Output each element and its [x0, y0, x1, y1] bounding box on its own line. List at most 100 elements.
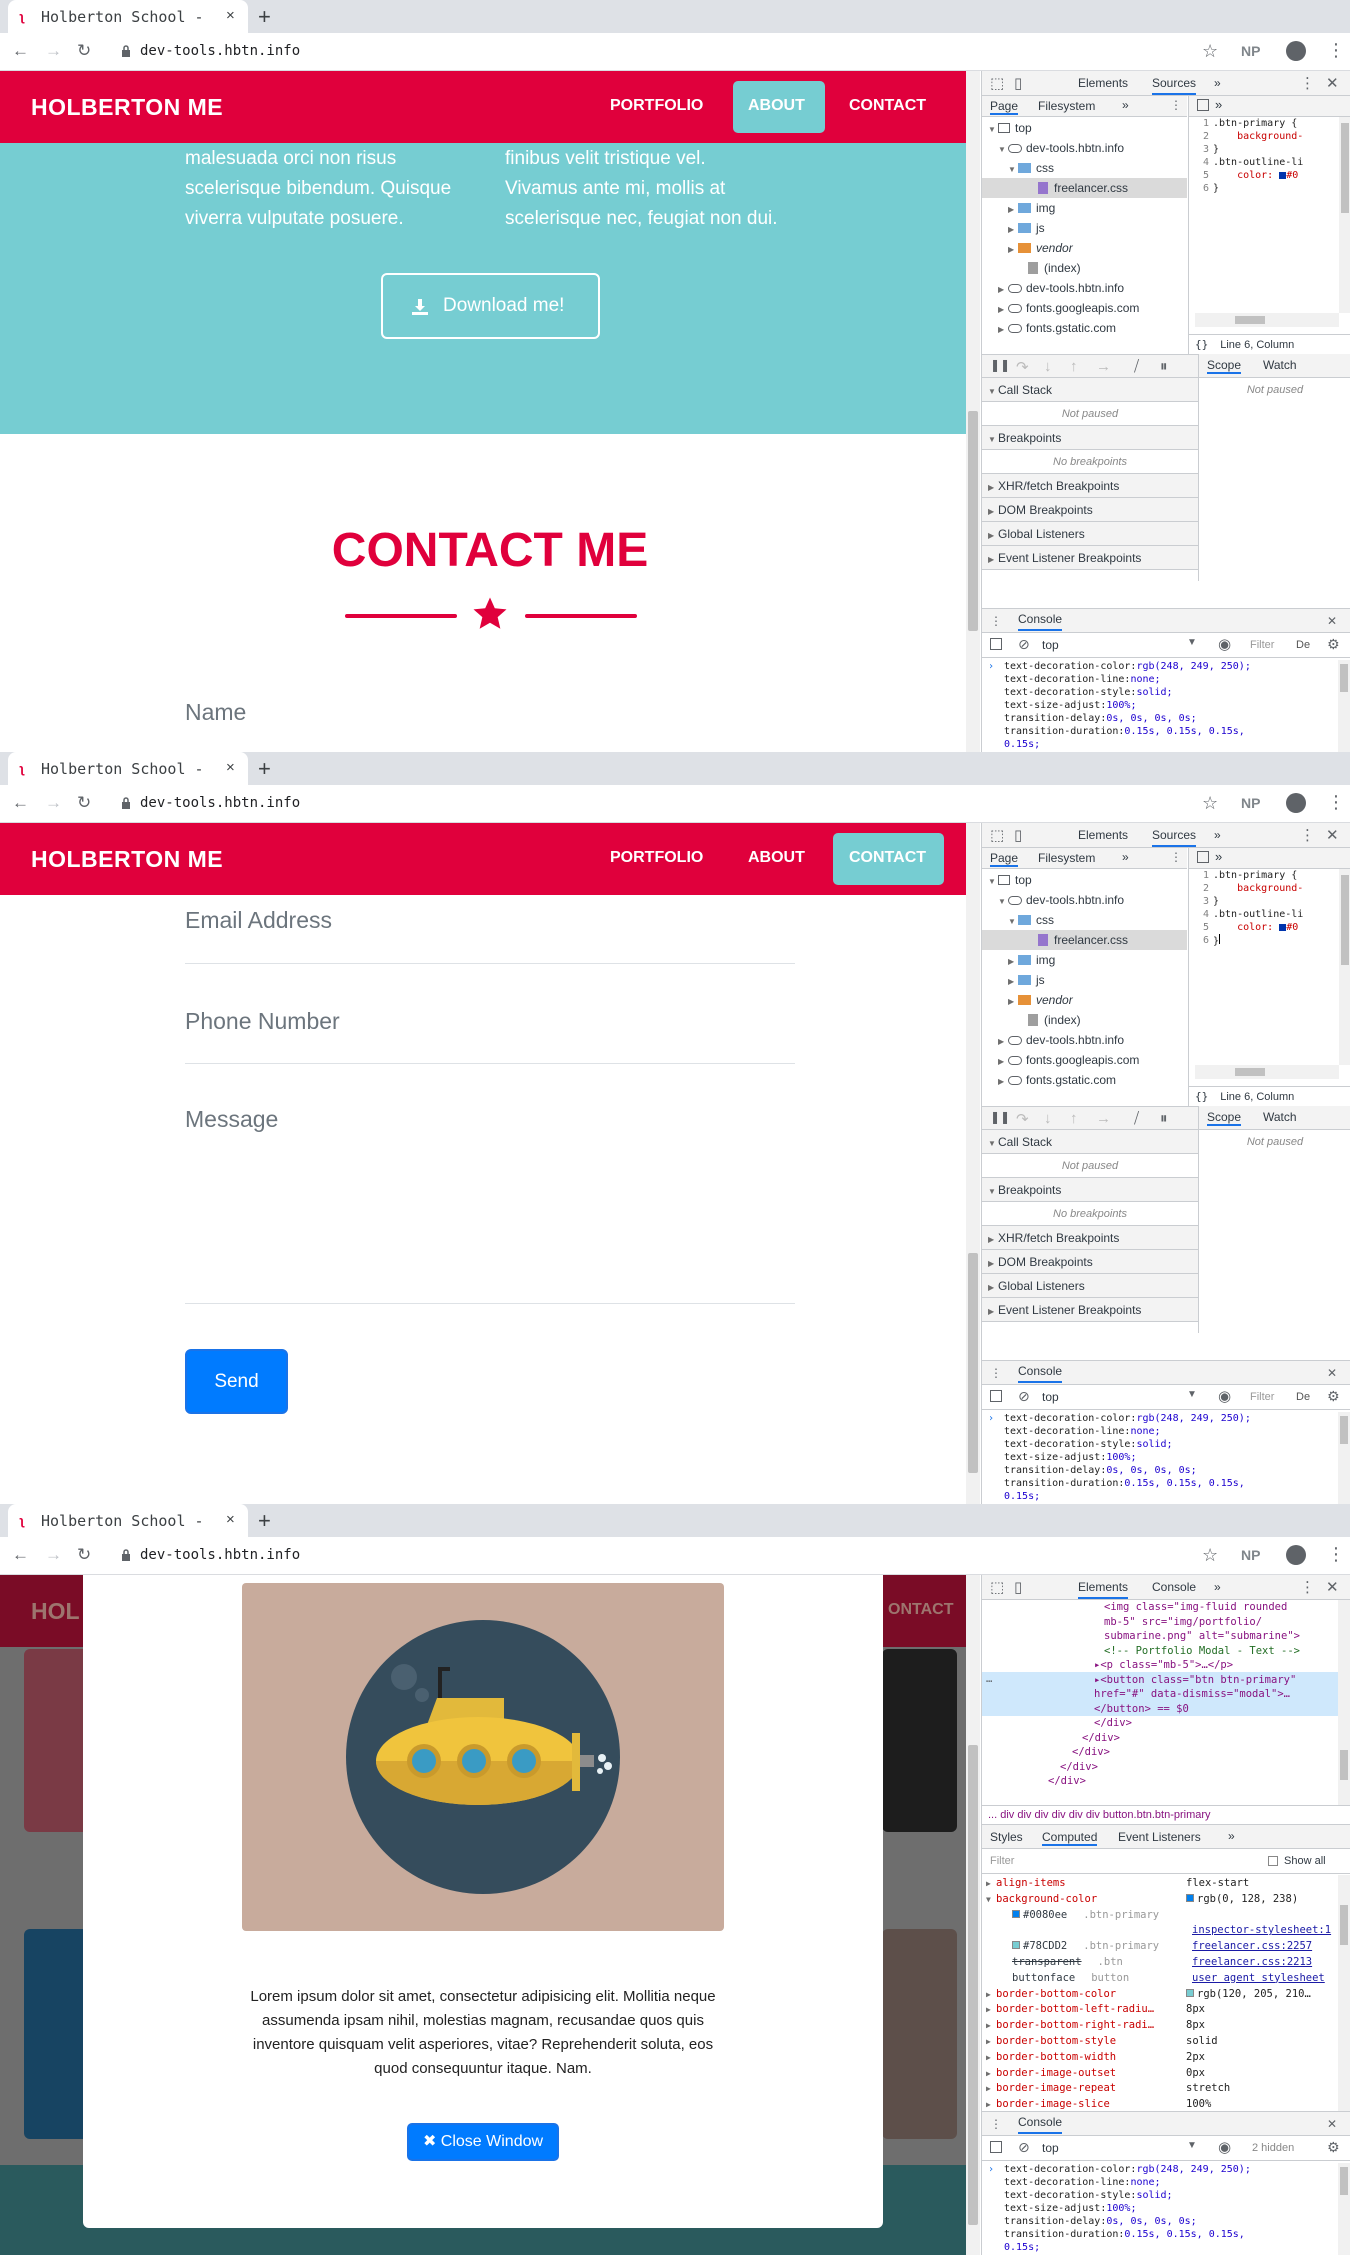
console-settings-gear-icon[interactable]: ⚙: [1327, 1388, 1340, 1405]
page-scrollbar[interactable]: [966, 71, 980, 752]
more-navigator-tabs-icon[interactable]: »: [1122, 98, 1129, 112]
console-scrollbar[interactable]: [1338, 1412, 1350, 1504]
code-editor[interactable]: » 123456 .btn-primary { background-} .btn…: [1188, 848, 1350, 1106]
extension-button[interactable]: NP: [1241, 1547, 1260, 1563]
clear-console-icon[interactable]: ⊘: [1018, 636, 1030, 653]
debugger-pane-header[interactable]: ▶ XHR/fetch Breakpoints: [982, 474, 1198, 498]
devtools-menu-icon[interactable]: ⋮: [1300, 826, 1315, 844]
dom-node-line[interactable]: mb-5" src="img/portfolio/: [982, 1615, 1339, 1630]
browser-menu-icon[interactable]: ⋮: [1327, 41, 1345, 59]
step-icon[interactable]: →: [1096, 1110, 1111, 1127]
navigator-tree-item[interactable]: ▶ js: [982, 218, 1187, 238]
bookmark-star-icon[interactable]: ☆: [1202, 41, 1218, 62]
expand-arrow-icon[interactable]: ▶: [1008, 972, 1018, 992]
more-editor-tabs-icon[interactable]: »: [1215, 97, 1222, 112]
browser-menu-icon[interactable]: ⋮: [1327, 793, 1345, 811]
console-filter-input[interactable]: Filter: [1244, 637, 1292, 654]
more-navigator-tabs-icon[interactable]: »: [1122, 850, 1129, 864]
navigator-tree-item[interactable]: freelancer.css: [982, 930, 1187, 950]
computed-property[interactable]: ▶ border-bottom-right-radi… 8px: [982, 2017, 1339, 2033]
expand-arrow-icon[interactable]: ▶: [986, 1876, 996, 1892]
computed-property[interactable]: ▶ border-image-slice 100%: [982, 2096, 1339, 2112]
color-swatch-icon[interactable]: [1186, 1988, 1194, 1997]
dom-node-line[interactable]: <!-- Portfolio Modal - Text -->: [982, 1644, 1339, 1659]
close-drawer-icon[interactable]: ✕: [1327, 1361, 1337, 1385]
editor-scrollbar-thumb[interactable]: [1341, 875, 1349, 965]
pretty-print-icon[interactable]: {}: [1195, 338, 1208, 351]
browser-tab[interactable]: ʅ Holberton School - ×: [8, 1504, 248, 1537]
computed-property[interactable]: ▶ border-bottom-width 2px: [982, 2049, 1339, 2065]
new-tab-button[interactable]: +: [258, 1508, 271, 1534]
expand-arrow-icon[interactable]: ▶: [986, 2066, 996, 2082]
more-tabs-icon[interactable]: »: [1214, 76, 1221, 90]
navigator-tree-item[interactable]: (index): [982, 258, 1187, 278]
close-drawer-icon[interactable]: ✕: [1327, 2112, 1337, 2136]
computed-trace[interactable]: buttonface button user agent stylesheet: [982, 1970, 1339, 1986]
page-scrollbar-thumb[interactable]: [968, 1745, 978, 2225]
editor-scrollbar[interactable]: [1339, 869, 1350, 1065]
site-brand[interactable]: HOLBERTON ME: [31, 846, 223, 873]
clear-console-icon[interactable]: ⊘: [1018, 1388, 1030, 1405]
debugger-pane-header[interactable]: ▼ Call Stack: [982, 378, 1198, 402]
tab-scope[interactable]: Scope: [1207, 1110, 1242, 1126]
expand-arrow-icon[interactable]: ▶: [998, 280, 1008, 300]
navigator-tree-item[interactable]: ▶ vendor: [982, 238, 1187, 258]
console-tab[interactable]: Console: [1018, 1361, 1063, 1383]
expand-arrow-icon[interactable]: ▶: [1008, 952, 1018, 972]
editor-scrollbar-thumb[interactable]: [1341, 123, 1349, 213]
new-tab-button[interactable]: +: [258, 756, 271, 782]
code-content[interactable]: .btn-primary { background-} .btn-outline-…: [1213, 869, 1303, 948]
navigator-tree-item[interactable]: ▶ dev-tools.hbtn.info: [982, 1030, 1187, 1050]
expand-arrow-icon[interactable]: ▶: [998, 1052, 1008, 1072]
tab-close-icon[interactable]: ×: [226, 7, 235, 24]
name-field[interactable]: Name: [185, 699, 246, 726]
navigator-tree-item[interactable]: ▶ js: [982, 970, 1187, 990]
expand-arrow-icon[interactable]: ▶: [986, 2018, 996, 2034]
more-style-tabs-icon[interactable]: »: [1228, 1829, 1235, 1843]
expand-arrow-icon[interactable]: ▼: [986, 1892, 996, 1908]
debugger-pane-header[interactable]: ▶ XHR/fetch Breakpoints: [982, 1226, 1198, 1250]
tab-filesystem[interactable]: Filesystem: [1038, 99, 1095, 113]
navigator-tree-item[interactable]: ▼ dev-tools.hbtn.info: [982, 138, 1187, 158]
pause-on-exceptions-icon[interactable]: ⏸: [1160, 358, 1168, 375]
navigator-menu-icon[interactable]: ⋮: [1170, 850, 1182, 864]
navigator-tree-item[interactable]: ▶ img: [982, 950, 1187, 970]
more-editor-tabs-icon[interactable]: »: [1215, 849, 1222, 864]
console-settings-gear-icon[interactable]: ⚙: [1327, 636, 1340, 653]
code-editor[interactable]: » 123456 .btn-primary { background-} .btn…: [1188, 96, 1350, 354]
inspect-element-icon[interactable]: ⬚: [990, 826, 1004, 844]
computed-property[interactable]: ▶ border-bottom-left-radiu… 8px: [982, 2001, 1339, 2017]
browser-tab[interactable]: ʅ Holberton School - ×: [8, 0, 248, 33]
dom-breadcrumbs[interactable]: ... div div div div div div button.btn.b…: [982, 1805, 1350, 1825]
dom-node-line[interactable]: href="#" data-dismiss="modal">…: [982, 1687, 1339, 1702]
page-scrollbar-thumb[interactable]: [968, 1253, 978, 1473]
close-drawer-icon[interactable]: ✕: [1327, 609, 1337, 633]
context-select[interactable]: top: [1042, 638, 1059, 652]
debugger-pane-header[interactable]: ▼ Breakpoints: [982, 1178, 1198, 1202]
close-devtools-icon[interactable]: ✕: [1326, 1578, 1339, 1596]
nav-contact[interactable]: CONTACT: [849, 97, 926, 115]
page-scrollbar-thumb[interactable]: [968, 411, 978, 631]
live-expression-eye-icon[interactable]: ◉: [1218, 1387, 1231, 1405]
dom-node-line[interactable]: </div>: [982, 1760, 1339, 1775]
dom-node-line[interactable]: ▸<button class="btn btn-primary": [982, 1673, 1339, 1688]
computed-trace[interactable]: transparent .btn freelancer.css:2213: [982, 1954, 1339, 1970]
reload-icon[interactable]: ↻: [77, 794, 91, 812]
tab-filesystem[interactable]: Filesystem: [1038, 851, 1095, 865]
live-expression-eye-icon[interactable]: ◉: [1218, 2138, 1231, 2156]
expand-arrow-icon[interactable]: ▶: [998, 1032, 1008, 1052]
debugger-pane-header[interactable]: ▼ Call Stack: [982, 1130, 1198, 1154]
computed-property[interactable]: ▶ border-bottom-color rgb(120, 205, 210…: [982, 1986, 1339, 2002]
navigator-tree-item[interactable]: (index): [982, 1010, 1187, 1030]
expand-arrow-icon[interactable]: ▼: [988, 120, 998, 140]
close-devtools-icon[interactable]: ✕: [1326, 74, 1339, 92]
computed-scrollbar-thumb[interactable]: [1340, 1905, 1348, 1945]
computed-filter-input[interactable]: Filter: [990, 1855, 1014, 1867]
expand-arrow-icon[interactable]: ▶: [986, 1987, 996, 2003]
computed-trace[interactable]: #0080ee .btn-primary: [982, 1907, 1339, 1923]
expand-arrow-icon[interactable]: ▶: [998, 300, 1008, 320]
close-devtools-icon[interactable]: ✕: [1326, 826, 1339, 844]
devtools-menu-icon[interactable]: ⋮: [1300, 74, 1315, 92]
device-toolbar-icon[interactable]: ▯: [1014, 1578, 1022, 1596]
dom-node-line[interactable]: ▸<p class="mb-5">…</p>: [982, 1658, 1339, 1673]
